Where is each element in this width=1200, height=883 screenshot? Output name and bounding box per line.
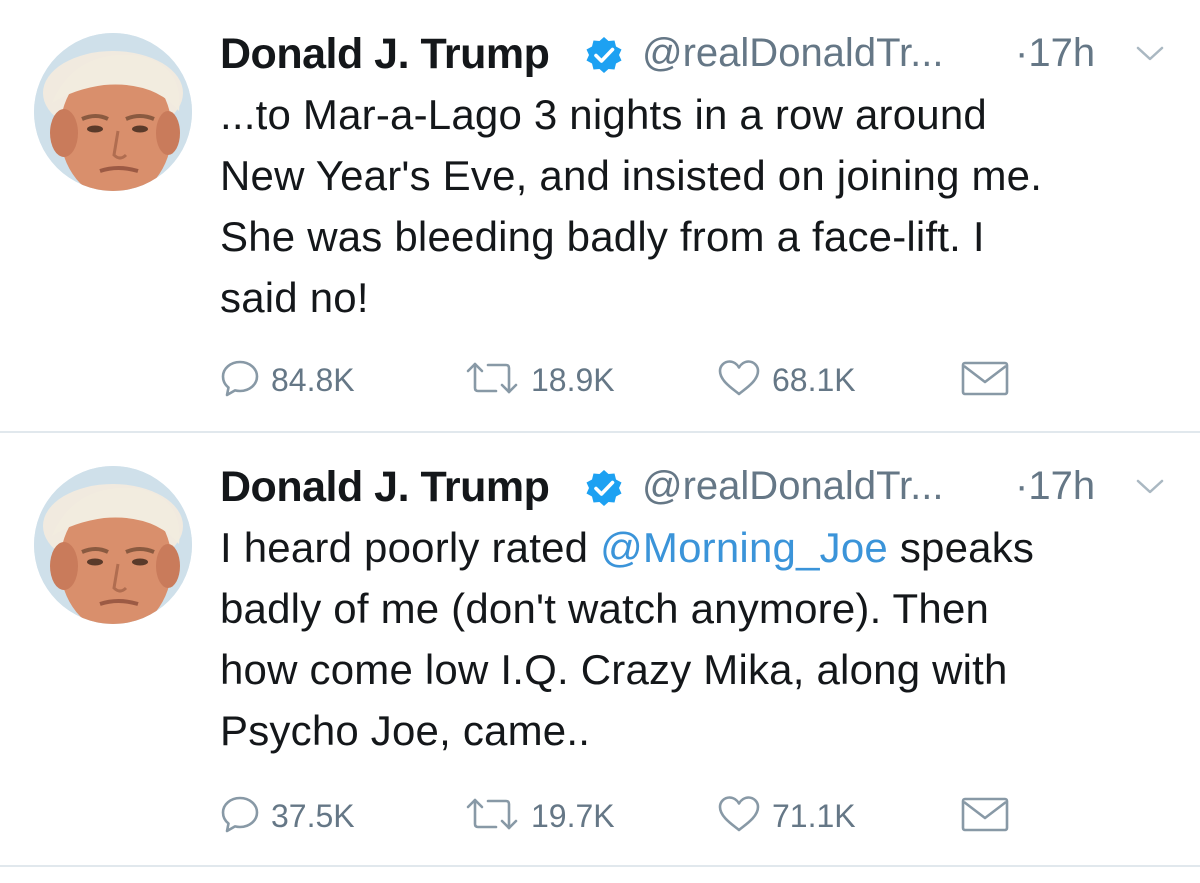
avatar-image <box>34 466 192 624</box>
retweet-count: 18.9K <box>531 362 615 398</box>
reply-count: 37.5K <box>271 798 355 834</box>
tweet-text-segment: speaks <box>887 524 1035 571</box>
tweet-text-line: badly of me (don't watch anymore). Then <box>220 585 990 632</box>
tweet-text-segment: I heard poorly rated <box>220 524 601 571</box>
avatar-image <box>34 33 192 191</box>
author-handle[interactable]: @realDonaldTr... <box>642 31 943 76</box>
chevron-down-icon[interactable] <box>1135 477 1165 497</box>
tweet-text: I heard poorly rated @Morning_Joe speaks… <box>220 517 1180 761</box>
tweet-text-line: I heard poorly rated @Morning_Joe speaks <box>220 517 1180 578</box>
envelope-icon <box>961 361 1009 396</box>
tweet-header: Donald J. Trump @realDonaldTr... ·17h <box>220 455 1180 513</box>
verified-badge-icon <box>586 470 622 506</box>
tweet-actions: 84.8K 18.9K 68.1K <box>220 353 1180 403</box>
verified-badge-icon <box>586 37 622 73</box>
tweet-text-line: New Year's Eve, and insisted on joining … <box>220 152 1043 199</box>
tweet-text: ...to Mar-a-Lago 3 nights in a row aroun… <box>220 84 1180 328</box>
retweet-count: 19.7K <box>531 798 615 834</box>
tweet-actions: 37.5K 19.7K 71.1K <box>220 789 1180 839</box>
tweet[interactable]: Donald J. Trump @realDonaldTr... ·17h I … <box>0 433 1200 865</box>
tweet-feed: Donald J. Trump @realDonaldTr... ·17h ..… <box>0 0 1200 883</box>
avatar[interactable] <box>34 33 192 191</box>
like-count: 71.1K <box>772 798 856 834</box>
tweet-header: Donald J. Trump @realDonaldTr... ·17h <box>220 22 1180 80</box>
tweet-timestamp[interactable]: ·17h <box>1015 464 1095 509</box>
mention-link[interactable]: @Morning_Joe <box>600 524 888 571</box>
avatar[interactable] <box>34 466 192 624</box>
reply-count: 84.8K <box>271 362 355 398</box>
retweet-arrows-icon <box>466 798 518 830</box>
author-name[interactable]: Donald J. Trump <box>220 463 550 512</box>
author-handle[interactable]: @realDonaldTr... <box>642 464 943 509</box>
retweet-arrows-icon <box>466 362 518 394</box>
tweet-text-line: Psycho Joe, came.. <box>220 707 591 754</box>
tweet-text-line: She was bleeding badly from a face-lift.… <box>220 213 985 260</box>
tweet[interactable]: Donald J. Trump @realDonaldTr... ·17h ..… <box>0 0 1200 431</box>
tweet-timestamp[interactable]: ·17h <box>1015 31 1095 76</box>
tweet-text-line: ...to Mar-a-Lago 3 nights in a row aroun… <box>220 91 987 138</box>
divider <box>0 865 1200 867</box>
like-count: 68.1K <box>772 362 856 398</box>
heart-icon <box>718 796 760 832</box>
chevron-down-icon[interactable] <box>1135 44 1165 64</box>
speech-bubble-icon <box>221 796 259 833</box>
speech-bubble-icon <box>221 360 259 397</box>
author-name[interactable]: Donald J. Trump <box>220 30 550 79</box>
heart-icon <box>718 360 760 396</box>
tweet-text-line: said no! <box>220 274 369 321</box>
envelope-icon <box>961 797 1009 832</box>
tweet-text-line: how come low I.Q. Crazy Mika, along with <box>220 646 1008 693</box>
